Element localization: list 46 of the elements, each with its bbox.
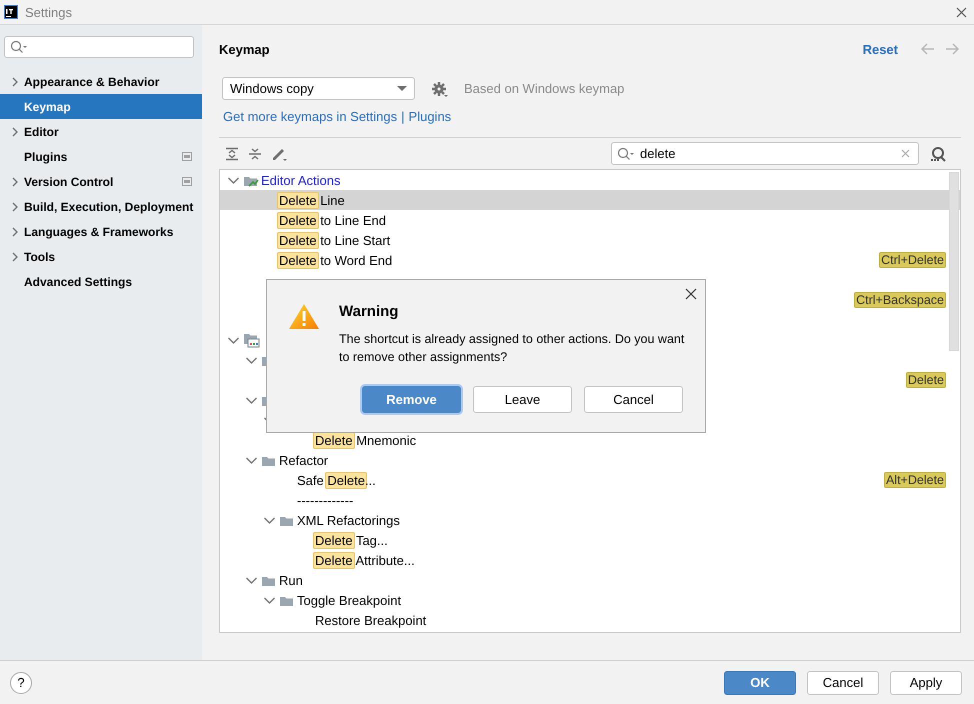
keymaps-link[interactable]: Get more keymaps in Settings: [223, 109, 398, 124]
action-label: Delete to Line End: [279, 212, 387, 228]
folder-label: Editor Actions: [261, 172, 342, 188]
footer-button[interactable]: OK: [724, 670, 796, 694]
dialog-button[interactable]: Leave: [473, 386, 572, 413]
dialog-button[interactable]: Cancel: [584, 386, 683, 413]
folder-label: Toggle Breakpoint: [297, 592, 402, 608]
action-label: Delete to Word End: [279, 252, 394, 268]
based-on-label: Based on Windows keymap: [464, 81, 624, 96]
action-label: -------------: [297, 492, 354, 508]
reset-link[interactable]: Reset: [862, 42, 898, 56]
dialog-title: Warning: [339, 303, 398, 320]
shortcut-badge: Alt+Delete: [884, 472, 946, 488]
selected-row[interactable]: Delete Line: [220, 190, 960, 210]
action-label: Delete Tag...: [315, 532, 389, 548]
sidebar-item[interactable]: Appearance & Behavior: [0, 69, 202, 94]
sidebar-item[interactable]: Keymap: [0, 94, 202, 119]
sidebar-item[interactable]: Plugins: [0, 144, 202, 169]
folder-label: XML Refactorings: [297, 512, 401, 528]
shortcut-badge: Ctrl+Backspace: [854, 292, 946, 308]
sidebar-item[interactable]: Tools: [0, 244, 202, 269]
sidebar-item[interactable]: Languages & Frameworks: [0, 219, 202, 244]
keymap-dropdown[interactable]: Windows copy: [222, 77, 415, 100]
folder-label: Refactor: [279, 452, 330, 468]
sidebar-item[interactable]: Build, Execution, Deployment: [0, 194, 202, 219]
dialog-button[interactable]: Remove: [362, 386, 461, 413]
page-title: Keymap: [219, 42, 271, 56]
action-label: Delete Attribute...: [315, 552, 416, 568]
sidebar-item[interactable]: Version Control: [0, 169, 202, 194]
action-label: Safe Delete...: [297, 472, 377, 488]
footer-button[interactable]: Cancel: [807, 670, 879, 694]
dialog-message: The shortcut is already assigned to other actions. Do you want to remove other assignments?: [339, 331, 686, 366]
action-label: Delete Line: [279, 192, 346, 208]
search-field[interactable]: delete: [611, 142, 919, 165]
sidebar-item[interactable]: Editor: [0, 119, 202, 144]
link-separator: |: [401, 109, 405, 124]
action-label: Delete to Line Start: [279, 232, 392, 248]
plugins-link[interactable]: Plugins: [408, 109, 452, 124]
shortcut-badge: Delete: [906, 372, 946, 388]
help-button[interactable]: ?: [10, 672, 32, 694]
sidebar-item[interactable]: Advanced Settings: [0, 269, 202, 294]
footer-button[interactable]: Apply: [890, 670, 962, 694]
window-title: Settings: [25, 4, 73, 20]
action-label: Restore Breakpoint: [315, 612, 428, 628]
shortcut-badge: Ctrl+Delete: [879, 252, 946, 268]
folder-label: Run: [279, 572, 304, 588]
